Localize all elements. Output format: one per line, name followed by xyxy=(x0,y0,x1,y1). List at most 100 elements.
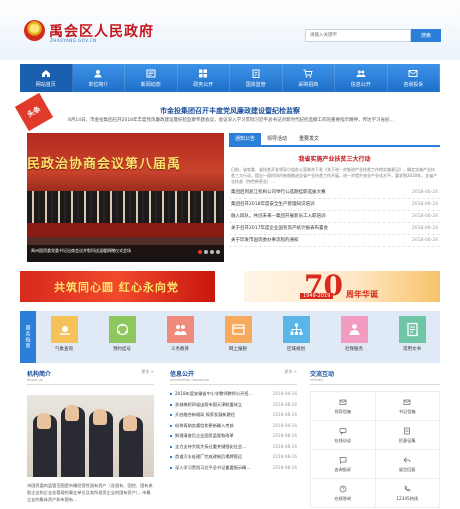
news-item-date: 2018-06-24 xyxy=(411,214,438,219)
slider-dots xyxy=(198,250,220,254)
home-icon xyxy=(41,69,51,78)
list-item[interactable]: 浙城梅桥四省出版市国天津联盟成立 2018-08-16 xyxy=(170,400,297,411)
plan-icon xyxy=(282,316,310,343)
service-item[interactable]: 网上报税 xyxy=(216,316,260,352)
list-item[interactable]: 全力支持大陆大拆迁重关键细化社会… 2018-08-16 xyxy=(170,442,297,453)
interact-item[interactable]: 咨询投诉 xyxy=(311,450,376,479)
interact-item[interactable]: 书记信箱 xyxy=(375,392,440,421)
social-icon xyxy=(340,316,368,343)
info-item-title: 全力支持大陆大拆迁重关键细化社会… xyxy=(175,443,247,449)
nav-item-news[interactable]: 新闻动态 xyxy=(125,64,178,92)
interact-item-label: 在线访谈 xyxy=(334,437,352,443)
service-item[interactable]: 气象查询 xyxy=(42,316,86,352)
info-item-date: 2018-08-16 xyxy=(272,412,297,417)
interact-item-label: 咨询投诉 xyxy=(334,466,352,472)
interact-item-label: 留言回复 xyxy=(398,466,416,472)
headline-summary: 8月14日，市金投集团召开2018年丰度党风廉政建设暨纪检监察专题会议，会议深入… xyxy=(68,118,395,123)
service-item-label: 气象查询 xyxy=(55,347,73,352)
hospital-icon xyxy=(108,316,136,343)
interact-item[interactable]: 在线访谈 xyxy=(311,421,376,450)
tab-important-documents[interactable]: 重要发文 xyxy=(293,133,325,145)
interact-item[interactable]: 领导信箱 xyxy=(311,392,376,421)
info-item-date: 2018-08-16 xyxy=(272,391,297,396)
nav-item-procurement[interactable]: 采购招商 xyxy=(283,64,335,92)
intro-subtitle: About us xyxy=(27,378,43,382)
service-item-label: 网上报税 xyxy=(229,347,247,352)
grid-icon xyxy=(198,69,208,78)
interact-section: 交流互动 Interact 领导信箱 书记信箱在线访谈 民意征集咨询投诉 留言回复在线… xyxy=(310,369,440,509)
photo-slider[interactable]: 民政治协商会议第八届禹 禹州国资委党委书记出席会议并慰问送温暖捐赠仪式会场 xyxy=(27,133,224,262)
interact-header: 交流互动 Interact xyxy=(310,369,440,385)
site-url: ZHAOYANG.GOV.CN xyxy=(50,38,97,43)
nav-item-about[interactable]: 单位简介 xyxy=(73,64,125,92)
question-icon xyxy=(339,485,347,492)
slider-dot[interactable] xyxy=(216,250,220,254)
list-item[interactable]: 深入学习贯彻习近平总书记重要指示精… 2018-08-16 xyxy=(170,463,297,474)
slider-dot[interactable] xyxy=(198,250,202,254)
info-more-link[interactable]: 更多 > xyxy=(284,369,297,384)
envelope-icon xyxy=(339,399,347,405)
info-item-title: 浙城梅桥四省出版市国天津联盟成立 xyxy=(175,401,243,407)
service-item[interactable]: 常用文书 xyxy=(390,316,434,352)
info-item-date: 2018-08-16 xyxy=(272,443,297,449)
list-item[interactable]: 开启融合新格局 探索发展新路径 2018-08-16 xyxy=(170,410,297,421)
list-item[interactable]: 关于印发市国资委办事流程的通知 2018-06-24 xyxy=(229,235,440,247)
phone-icon xyxy=(404,485,411,491)
news-featured-title[interactable]: 我省实施产业扶贫三大行动 xyxy=(229,154,440,163)
tab-leader-activities[interactable]: 领导活动 xyxy=(261,133,293,145)
list-item[interactable]: 集团后到浙江机构公司举行公选期挂职选拔大赛 2018-06-24 xyxy=(229,187,440,199)
slider-dot[interactable] xyxy=(204,250,208,254)
service-item-label: 义务教育 xyxy=(171,347,189,352)
nav-item-complaint[interactable]: 咨询投诉 xyxy=(388,64,440,92)
service-item[interactable]: 社保服务 xyxy=(332,316,376,352)
nav-label: 新闻动态 xyxy=(140,81,161,88)
nav-item-gov-affairs[interactable]: 政务公开 xyxy=(178,64,230,92)
interact-item[interactable]: 留言回复 xyxy=(375,450,440,479)
news-item-date: 2018-06-24 xyxy=(411,190,438,195)
service-guide: 服务指南 气象查询 预约挂号 义务教育 网上报税 区域规划 社保服务 常用文书 xyxy=(20,311,440,363)
nav-label: 采购招商 xyxy=(298,81,319,88)
headline-title[interactable]: 市金投集团召开丰度党风廉政建设暨纪检监察 xyxy=(100,106,360,116)
slider-dot[interactable] xyxy=(210,250,214,254)
search-input[interactable] xyxy=(305,29,411,42)
list-item[interactable]: 关于召开2017年度企业国有资产统计报表布置会 2018-06-24 xyxy=(229,223,440,235)
nav-item-home[interactable]: 网站首页 xyxy=(20,64,73,92)
search-button[interactable]: 搜索 xyxy=(411,29,441,42)
reply-icon xyxy=(403,456,411,463)
nav-item-info-disclosure[interactable]: 信息公开 xyxy=(335,64,388,92)
nav-item-supervision[interactable]: 国资监管 xyxy=(230,64,283,92)
list-item[interactable]: 融入四队，共创未来—集团开展新员工入职培训 2018-06-24 xyxy=(229,211,440,223)
service-item[interactable]: 义务教育 xyxy=(158,316,202,352)
interact-item[interactable]: 12345热线 xyxy=(375,479,440,508)
list-item[interactable]: 2018年度安徽省中小学教师教师公开招… 2018-08-16 xyxy=(170,389,297,400)
banner-party[interactable]: 共筑同心圆 红心永向党 xyxy=(20,271,215,302)
info-item-title: 2018年度安徽省中小学教师教师公开招… xyxy=(175,391,253,396)
document-icon xyxy=(398,316,426,343)
interact-item[interactable]: 民意征集 xyxy=(375,421,440,450)
news-item-title: 融入四队，共创未来—集团开展新员工入职培训 xyxy=(231,214,326,219)
service-item[interactable]: 预约挂号 xyxy=(100,316,144,352)
list-item[interactable]: 集团召开2018年度安全生产管理知识培训 2018-06-24 xyxy=(229,199,440,211)
info-item-title: 首道污水处理厂完成改制后揭牌营运 xyxy=(175,454,243,459)
poll-icon xyxy=(404,427,411,434)
tab-notices[interactable]: 通知公告 xyxy=(229,133,262,145)
list-item[interactable]: 俗称再助务督信和更新确入考核 2018-08-16 xyxy=(170,421,297,432)
service-items: 气象查询 预约挂号 义务教育 网上报税 区域规划 社保服务 常用文书 xyxy=(42,316,434,352)
interact-item-label: 在线答询 xyxy=(334,495,352,501)
slide-banner-text: 民政治协商会议第八届禹 xyxy=(27,157,182,172)
banner-anniversary-years: 1949-2019 xyxy=(300,293,334,299)
list-item[interactable]: 首道污水处理厂完成改制后揭牌营运 2018-08-16 xyxy=(170,452,297,463)
interact-item-label: 12345热线 xyxy=(396,495,419,501)
interact-item[interactable]: 在线答询 xyxy=(311,479,376,508)
banner-anniversary[interactable]: 70 1949-2019 周年华诞 xyxy=(244,271,440,302)
service-item-label: 预约挂号 xyxy=(113,347,131,352)
interact-item-label: 民意征集 xyxy=(398,437,416,443)
service-item-label: 社保服务 xyxy=(345,347,363,352)
list-item[interactable]: 鲜理清查后企业国资监管和改革 2018-08-16 xyxy=(170,431,297,442)
interact-grid: 领导信箱 书记信箱在线访谈 民意征集咨询投诉 留言回复在线答询 12345热线 xyxy=(310,391,440,508)
info-list: 2018年度安徽省中小学教师教师公开招… 2018-08-16 浙城梅桥四省出版市国… xyxy=(170,389,297,473)
service-item[interactable]: 区域规划 xyxy=(274,316,318,352)
news-featured-summary: 日前，省农委、省扶贫开发领导小组办公室联合下发《关于进一步推进产业扶贫工作的实施… xyxy=(231,167,438,184)
tax-icon xyxy=(224,316,252,343)
intro-more-link[interactable]: 更多 > xyxy=(141,369,154,384)
